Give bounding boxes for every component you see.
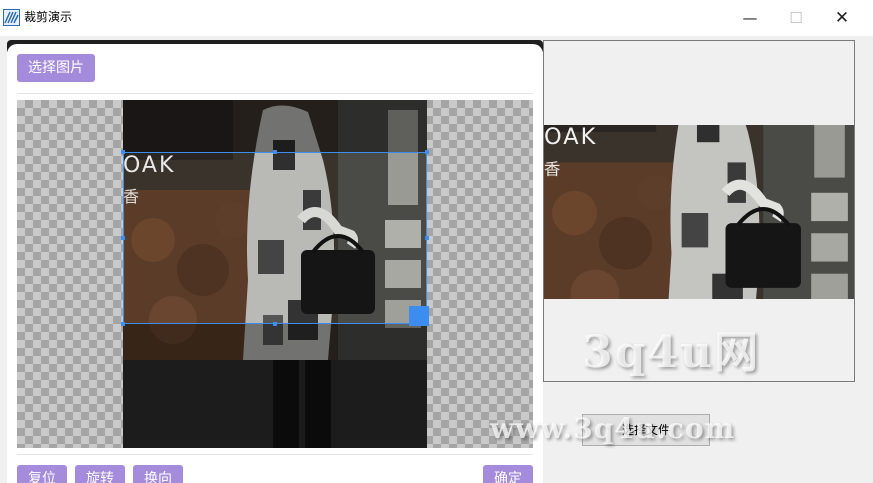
divider [17, 93, 533, 94]
title-bar: 裁剪演示 — ☐ ✕ [0, 0, 873, 36]
flip-button[interactable]: 换向 [133, 465, 183, 483]
select-image-button[interactable]: 选择图片 [17, 54, 95, 82]
rotate-button[interactable]: 旋转 [75, 465, 125, 483]
crop-handle-right[interactable] [425, 236, 429, 240]
crop-selection[interactable]: OAK 香 [123, 152, 427, 324]
preview-text-xiang: 香 [544, 160, 560, 179]
preview-text-oak: OAK [544, 125, 597, 150]
confirm-button[interactable]: 确定 [483, 465, 533, 483]
reset-button[interactable]: 复位 [17, 465, 67, 483]
crop-resize-handle[interactable] [409, 306, 429, 326]
crop-photo-drawing: OAK 香 [123, 153, 426, 323]
maximize-button[interactable]: ☐ [773, 4, 819, 32]
cropper-panel: 选择图片 OAK 香 复位 旋转 换向 确定 [7, 44, 543, 483]
crop-handle-bottom[interactable] [273, 322, 277, 326]
crop-handle-top-right[interactable] [425, 150, 429, 154]
crop-photo-preview: OAK 香 [123, 153, 426, 323]
photo-text-oak: OAK [123, 153, 175, 178]
crop-canvas[interactable]: OAK 香 [17, 100, 533, 448]
crop-preview-frame: OAK 香 [543, 40, 855, 382]
divider [17, 454, 533, 455]
photo-text-xiang: 香 [123, 187, 139, 206]
preview-drawing: OAK 香 [544, 125, 854, 299]
crop-handle-top-left[interactable] [121, 150, 125, 154]
window-title: 裁剪演示 [24, 10, 73, 24]
crop-handle-left[interactable] [121, 236, 125, 240]
cropped-preview-image: OAK 香 [544, 125, 854, 299]
crop-handle-top[interactable] [273, 150, 277, 154]
crop-handle-bottom-left[interactable] [121, 322, 125, 326]
app-icon [3, 9, 20, 26]
minimize-button[interactable]: — [727, 4, 773, 32]
close-button[interactable]: ✕ [819, 4, 865, 32]
select-file-button[interactable]: 选择文件 [582, 414, 710, 446]
